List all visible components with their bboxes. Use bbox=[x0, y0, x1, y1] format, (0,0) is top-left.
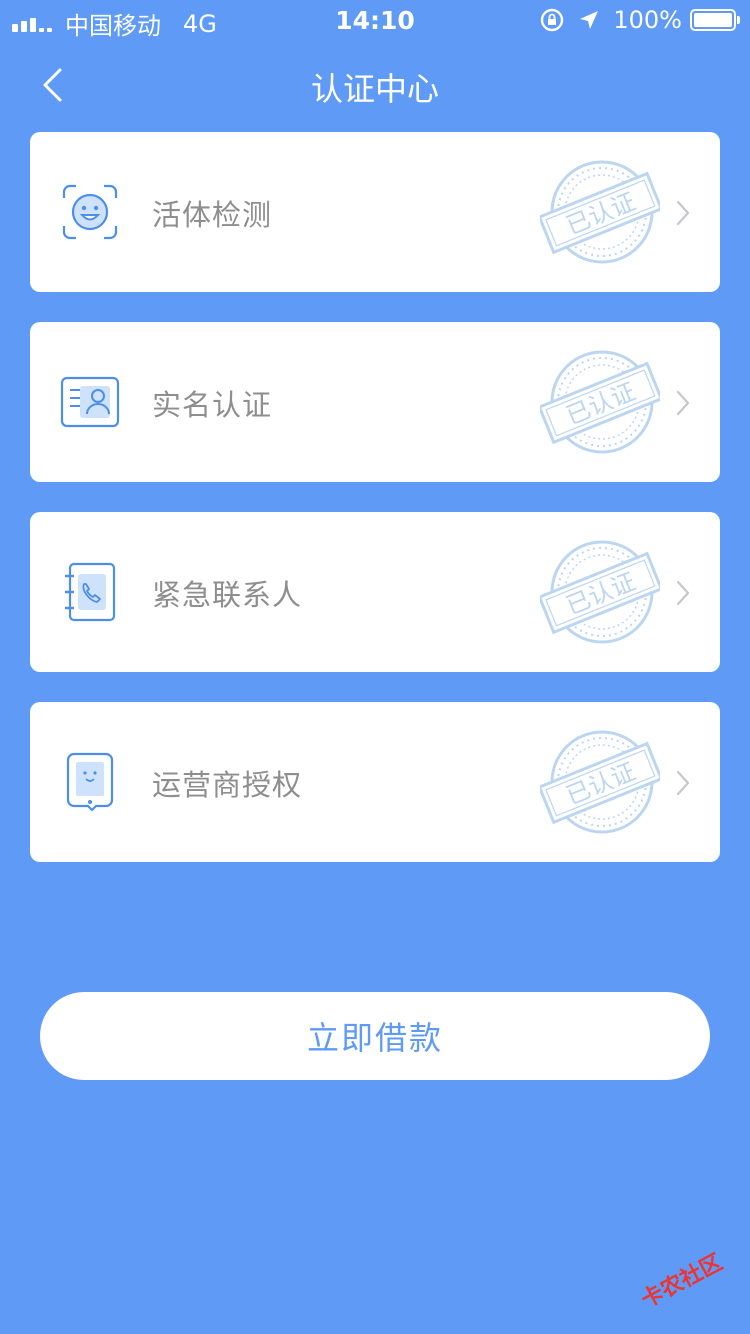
id-card-icon bbox=[60, 376, 120, 428]
location-arrow-icon bbox=[580, 11, 599, 29]
list-item-label: 运营商授权 bbox=[152, 768, 303, 802]
watermark-text: 卡农社区 bbox=[637, 1250, 727, 1314]
back-arrow-icon bbox=[43, 68, 62, 102]
auth-center-page: 中国移动 4G 14:10 100% 认证中心 活体检测 已认证 实名认证 已认… bbox=[0, 0, 750, 1334]
list-item-label: 实名认证 bbox=[152, 388, 273, 422]
verified-stamp: 已认证 bbox=[540, 160, 660, 264]
battery-fill bbox=[694, 13, 732, 27]
chevron-right-icon bbox=[676, 200, 690, 226]
list-item-label: 紧急联系人 bbox=[152, 578, 303, 612]
borrow-now-button[interactable]: 立即借款 bbox=[40, 992, 710, 1080]
list-item-label: 活体检测 bbox=[152, 198, 273, 232]
face-scan-icon bbox=[62, 184, 118, 240]
status-right: 100% bbox=[539, 6, 740, 34]
forum-watermark: 卡农社区 bbox=[635, 1237, 750, 1334]
verified-stamp: 已认证 bbox=[540, 730, 660, 834]
page-title: 认证中心 bbox=[310, 70, 439, 108]
back-button[interactable] bbox=[30, 62, 80, 108]
chevron-right-icon bbox=[676, 390, 690, 416]
rotation-lock-icon bbox=[541, 8, 564, 32]
list-item-carrier-auth[interactable]: 运营商授权 已认证 bbox=[30, 702, 720, 862]
verified-stamp: 已认证 bbox=[540, 540, 660, 644]
status-bar: 中国移动 4G 14:10 100% bbox=[0, 0, 750, 40]
battery-icon bbox=[690, 9, 740, 31]
list-item-liveness[interactable]: 活体检测 已认证 bbox=[30, 132, 720, 292]
chevron-right-icon bbox=[676, 580, 690, 606]
contact-book-icon bbox=[65, 562, 116, 622]
list-item-real-name[interactable]: 实名认证 已认证 bbox=[30, 322, 720, 482]
chevron-right-icon bbox=[676, 770, 690, 796]
verified-stamp: 已认证 bbox=[540, 350, 660, 454]
nav-bar: 认证中心 bbox=[0, 50, 750, 120]
list-item-emergency-contact[interactable]: 紧急联系人 已认证 bbox=[30, 512, 720, 672]
mobile-phone-icon bbox=[66, 752, 114, 812]
battery-percent: 100% bbox=[613, 6, 682, 34]
